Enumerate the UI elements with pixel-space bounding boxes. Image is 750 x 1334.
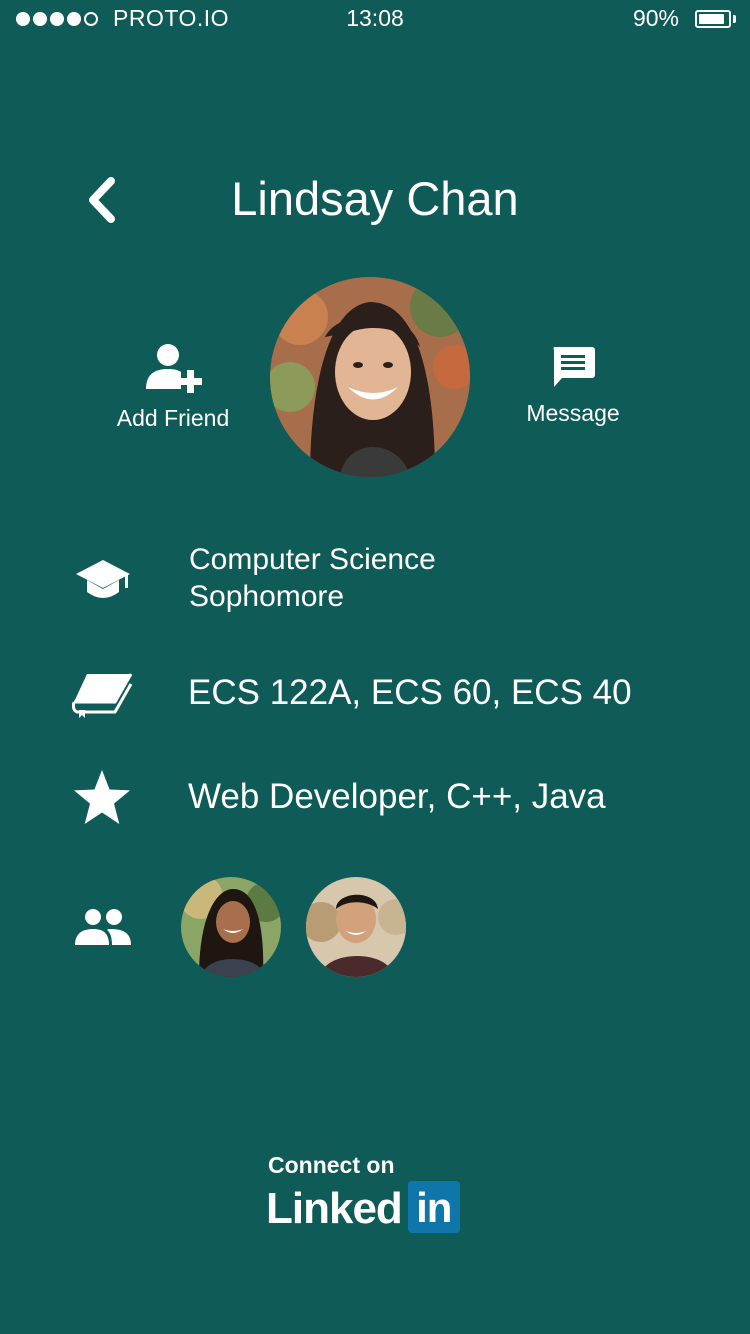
education-info: Computer Science Sophomore — [189, 541, 436, 615]
star-icon — [72, 768, 132, 833]
friend-photo — [306, 877, 406, 977]
status-bar: PROTO.IO 13:08 90% — [0, 0, 750, 40]
connect-on-label: Connect on — [268, 1152, 395, 1178]
graduation-cap-icon — [75, 558, 131, 609]
add-friend-button[interactable]: Add Friend — [103, 340, 243, 432]
profile-photo — [270, 277, 470, 477]
skills-text: Web Developer, C++, Java — [188, 777, 606, 816]
chat-bubble-icon — [553, 347, 595, 387]
book-icon — [71, 670, 135, 723]
battery-level — [699, 14, 724, 24]
friend-avatar[interactable] — [306, 877, 406, 977]
add-friend-label: Add Friend — [116, 405, 230, 431]
year-text: Sophomore — [189, 580, 345, 613]
friend-avatar[interactable] — [181, 877, 281, 977]
message-button[interactable]: Message — [503, 345, 643, 427]
battery-percentage: 90% — [632, 5, 679, 31]
add-user-icon — [146, 344, 202, 393]
friend-photo — [181, 877, 281, 977]
linkedin-wordmark: Linked — [266, 1184, 403, 1233]
page-title: Lindsay Chan — [231, 172, 519, 225]
major-text: Computer Science — [189, 543, 436, 576]
message-label: Message — [526, 400, 620, 426]
profile-screen: PROTO.IO 13:08 90% Lindsay Chan Add Frie… — [0, 0, 750, 1334]
battery-tip — [733, 15, 736, 23]
linkedin-connect-button[interactable]: Connect on Linked in — [266, 1152, 486, 1233]
profile-avatar — [270, 277, 470, 477]
courses-text: ECS 122A, ECS 60, ECS 40 — [188, 673, 632, 712]
group-icon — [74, 907, 132, 952]
battery-icon — [695, 10, 731, 28]
linkedin-logo: Linked in — [266, 1181, 486, 1233]
linkedin-in-badge: in — [407, 1181, 460, 1233]
